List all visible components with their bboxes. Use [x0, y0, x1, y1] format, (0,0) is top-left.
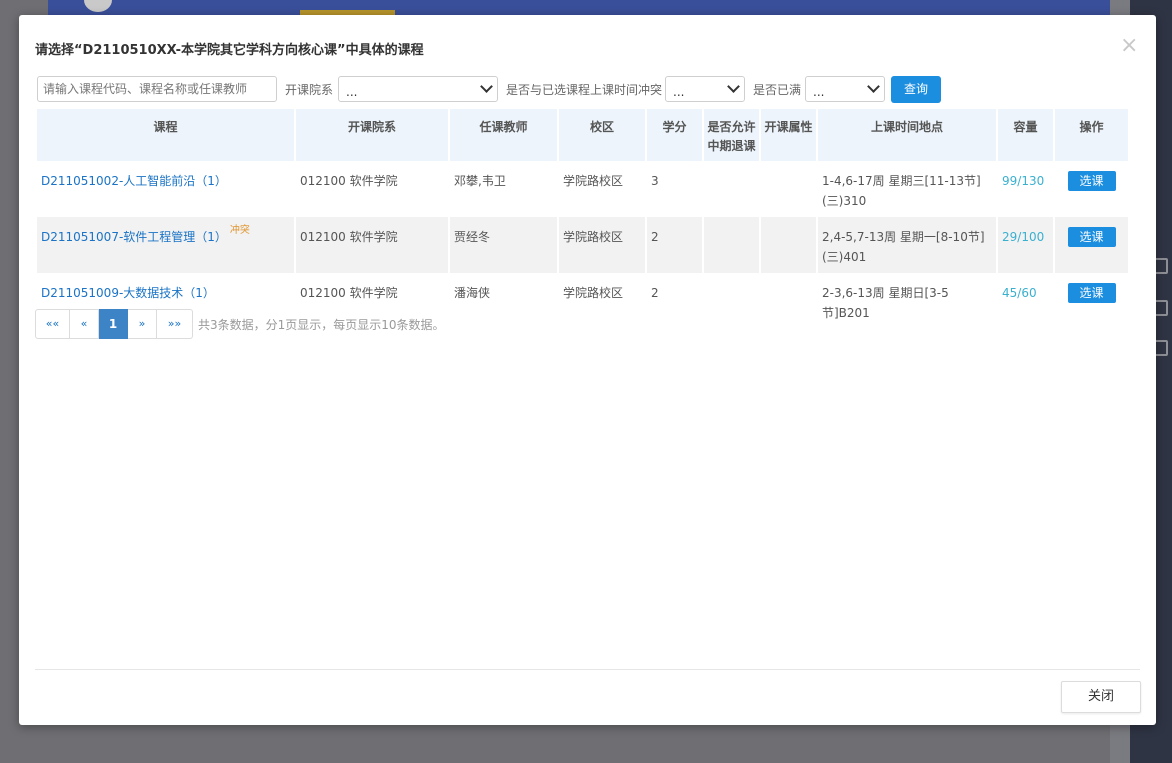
- attr-cell: [761, 161, 818, 217]
- campus-cell: 学院路校区: [559, 217, 647, 273]
- conflict-filter-label: 是否与已选课程上课时间冲突: [506, 83, 663, 97]
- first-page-button[interactable]: ««: [35, 309, 70, 339]
- dept-select[interactable]: ...: [338, 76, 498, 102]
- col-action: 操作: [1055, 109, 1130, 161]
- course-link[interactable]: D211051002-人工智能前沿（1）: [41, 174, 227, 188]
- table-row: D211051002-人工智能前沿（1） 012100 软件学院 邓攀,韦卫 学…: [37, 161, 1130, 217]
- time-cell: 1-4,6-17周 星期三[11-13节](三)310: [818, 161, 998, 217]
- teacher-cell: 贾经冬: [450, 217, 559, 273]
- current-page-button[interactable]: 1: [99, 309, 128, 339]
- campus-cell: 学院路校区: [559, 161, 647, 217]
- withdraw-cell: [704, 273, 761, 329]
- select-course-button[interactable]: 选课: [1067, 171, 1116, 191]
- capacity-value: 99/130: [1002, 174, 1045, 188]
- conflict-badge: 冲突: [229, 225, 250, 236]
- course-table: 课程 开课院系 任课教师 校区 学分 是否允许中期退课 开课属性 上课时间地点 …: [37, 109, 1130, 329]
- action-cell: 选课: [1055, 273, 1130, 329]
- query-button[interactable]: 查询: [891, 76, 941, 103]
- conflict-select[interactable]: ...: [665, 76, 745, 102]
- action-cell: 选课: [1055, 217, 1130, 273]
- chevron-down-icon: [480, 80, 493, 93]
- select-course-button[interactable]: 选课: [1067, 283, 1116, 303]
- chevron-down-icon: [867, 80, 880, 93]
- time-cell: 2-3,6-13周 星期日[3-5节]B201: [818, 273, 998, 329]
- withdraw-cell: [704, 161, 761, 217]
- pagination: «« « 1 » »» 共3条数据，分1页显示，每页显示10条数据。: [35, 309, 445, 339]
- dept-select-value: ...: [346, 85, 358, 99]
- full-filter-label: 是否已满: [753, 83, 802, 97]
- prev-page-button[interactable]: «: [70, 309, 99, 339]
- action-cell: 选课: [1055, 161, 1130, 217]
- attr-cell: [761, 217, 818, 273]
- credit-cell: 2: [647, 217, 704, 273]
- col-campus: 校区: [559, 109, 647, 161]
- credit-cell: 2: [647, 273, 704, 329]
- close-icon[interactable]: ×: [1120, 35, 1138, 57]
- attr-cell: [761, 273, 818, 329]
- dept-filter-label: 开课院系: [285, 83, 334, 97]
- credit-cell: 3: [647, 161, 704, 217]
- dept-cell: 012100 软件学院: [296, 217, 450, 273]
- conflict-select-value: ...: [673, 85, 685, 99]
- table-header-row: 课程 开课院系 任课教师 校区 学分 是否允许中期退课 开课属性 上课时间地点 …: [37, 109, 1130, 161]
- last-page-button[interactable]: »»: [157, 309, 193, 339]
- col-capacity: 容量: [998, 109, 1055, 161]
- search-input[interactable]: [37, 76, 277, 102]
- capacity-cell: 99/130: [998, 161, 1055, 217]
- full-select[interactable]: ...: [805, 76, 885, 102]
- time-cell: 2,4-5,7-13周 星期一[8-10节](三)401: [818, 217, 998, 273]
- teacher-cell: 潘海侠: [450, 273, 559, 329]
- campus-cell: 学院路校区: [559, 273, 647, 329]
- course-cell: D211051007-软件工程管理（1） 冲突: [37, 217, 296, 273]
- capacity-value: 45/60: [1002, 286, 1037, 300]
- col-course: 课程: [37, 109, 296, 161]
- close-button[interactable]: 关闭: [1061, 681, 1141, 713]
- col-credit: 学分: [647, 109, 704, 161]
- select-course-button[interactable]: 选课: [1067, 227, 1116, 247]
- pagination-info: 共3条数据，分1页显示，每页显示10条数据。: [198, 317, 445, 332]
- col-teacher: 任课教师: [450, 109, 559, 161]
- course-link[interactable]: D211051009-大数据技术（1）: [41, 286, 215, 300]
- footer-divider: [35, 669, 1140, 670]
- course-cell: D211051002-人工智能前沿（1）: [37, 161, 296, 217]
- course-select-dialog: 请选择“D2110510XX-本学院其它学科方向核心课”中具体的课程 × 开课院…: [19, 15, 1156, 725]
- filter-toolbar: 开课院系 ... 是否与已选课程上课时间冲突 ... 是否已满 ... 查询: [37, 75, 1147, 103]
- capacity-cell: 29/100: [998, 217, 1055, 273]
- table-row: D211051007-软件工程管理（1） 冲突 012100 软件学院 贾经冬 学…: [37, 217, 1130, 273]
- teacher-cell: 邓攀,韦卫: [450, 161, 559, 217]
- col-attr: 开课属性: [761, 109, 818, 161]
- withdraw-cell: [704, 217, 761, 273]
- next-page-button[interactable]: »: [128, 309, 157, 339]
- capacity-cell: 45/60: [998, 273, 1055, 329]
- col-withdraw: 是否允许中期退课: [704, 109, 761, 161]
- col-dept: 开课院系: [296, 109, 450, 161]
- capacity-value: 29/100: [1002, 230, 1045, 244]
- col-time: 上课时间地点: [818, 109, 998, 161]
- dept-cell: 012100 软件学院: [296, 161, 450, 217]
- chevron-down-icon: [727, 80, 740, 93]
- background-header: [48, 0, 1110, 15]
- course-link[interactable]: D211051007-软件工程管理（1）: [41, 230, 227, 244]
- full-select-value: ...: [813, 85, 825, 99]
- dialog-title: 请选择“D2110510XX-本学院其它学科方向核心课”中具体的课程: [35, 43, 424, 58]
